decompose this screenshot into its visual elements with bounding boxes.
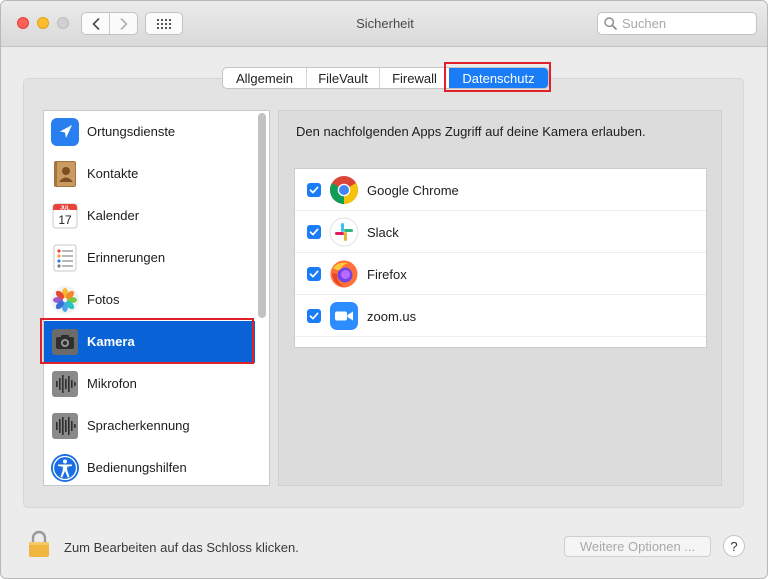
privacy-category-list[interactable]: Ortungsdienste Kontakte JUL 17 Kalender [43,110,270,486]
reminders-list-icon [53,244,77,272]
sidebar-item-label: Kalender [87,208,140,223]
sidebar-item-kontakte[interactable]: Kontakte [44,153,255,195]
tab-datenschutz[interactable]: Datenschutz [449,68,548,88]
app-name: Slack [367,225,399,240]
location-arrow-icon [51,118,79,146]
sidebar-item-label: Fotos [87,292,120,307]
checkmark-icon [309,312,319,320]
sidebar-item-label: Spracherkennung [87,418,190,433]
checkmark-icon [309,270,319,278]
sidebar-item-erinnerungen[interactable]: Erinnerungen [44,237,255,279]
list-item: zoom.us [295,295,706,337]
app-name: Google Chrome [367,183,459,198]
app-checkbox-google-chrome[interactable] [307,183,321,197]
tab-firewall[interactable]: Firewall [379,68,449,88]
sidebar-item-kalender[interactable]: JUL 17 Kalender [44,195,255,237]
sidebar-item-kamera[interactable]: Kamera [44,321,255,363]
help-button[interactable]: ? [723,535,745,557]
search-placeholder: Suchen [622,16,667,31]
sidebar-item-ortungsdienste[interactable]: Ortungsdienste [44,111,255,153]
sidebar-item-label: Erinnerungen [87,250,166,265]
camera-icon [52,329,78,355]
sidebar-item-label: Kamera [87,334,135,349]
sidebar-item-fotos[interactable]: Fotos [44,279,255,321]
calendar-icon-month: JUL [60,205,69,211]
app-name: zoom.us [367,309,417,324]
app-name: Firefox [367,267,407,282]
app-checkbox-slack[interactable] [307,225,321,239]
accessibility-icon [51,454,79,482]
sidebar-item-mikrofon[interactable]: Mikrofon [44,363,255,405]
sidebar-scrollbar[interactable] [258,113,266,318]
lock-icon[interactable] [27,529,51,559]
app-checkbox-firefox[interactable] [307,267,321,281]
more-options-button[interactable]: Weitere Optionen ... [564,536,711,557]
tab-filevault[interactable]: FileVault [306,68,379,88]
sidebar-item-label: Mikrofon [87,376,137,391]
lock-hint-text: Zum Bearbeiten auf das Schloss klicken. [64,540,299,555]
zoom-icon [330,302,358,330]
calendar-icon-day: 17 [58,213,72,227]
sidebar-item-bedienungshilfen[interactable]: Bedienungshilfen [44,447,255,485]
checkmark-icon [309,228,319,236]
firefox-icon [330,260,358,288]
tab-allgemein[interactable]: Allgemein [223,68,306,88]
microphone-waveform-icon [52,371,78,397]
speech-waveform-icon [52,413,78,439]
checkmark-icon [309,186,319,194]
app-permission-list: Google Chrome Slack Firefox zoom.us [294,168,707,348]
preferences-window: Sicherheit Suchen Allgemein FileVault Fi… [0,0,768,579]
calendar-icon: JUL 17 [52,203,78,229]
sidebar-item-spracherkennung[interactable]: Spracherkennung [44,405,255,447]
sidebar-item-label: Bedienungshilfen [87,460,187,475]
slack-icon [329,217,359,247]
list-item: Slack [295,211,706,253]
app-checkbox-zoom[interactable] [307,309,321,323]
search-field[interactable]: Suchen [597,12,757,35]
camera-access-description: Den nachfolgenden Apps Zugriff auf deine… [296,124,646,139]
list-item: Firefox [295,253,706,295]
photos-flower-icon [51,286,79,314]
tab-bar: Allgemein FileVault Firewall Datenschutz [222,67,549,89]
title-bar: Sicherheit Suchen [1,1,767,47]
sidebar-item-label: Ortungsdienste [87,124,176,139]
sidebar-item-label: Kontakte [87,166,139,181]
search-icon [604,17,617,30]
contacts-book-icon [54,161,76,187]
chrome-icon [330,176,358,204]
list-item: Google Chrome [295,169,706,211]
